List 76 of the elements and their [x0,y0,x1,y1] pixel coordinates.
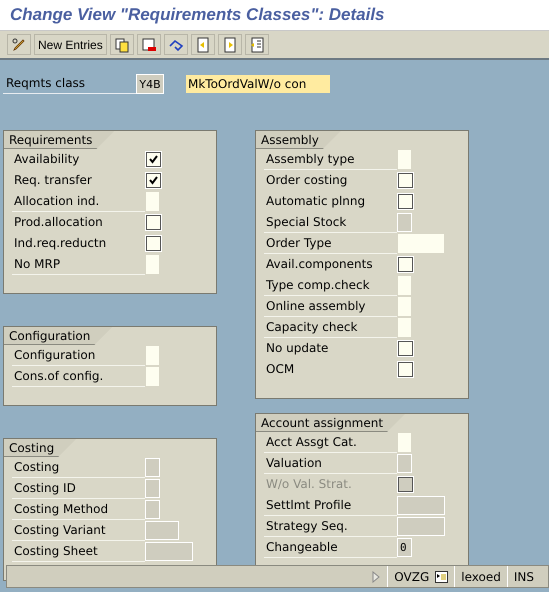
copy-icon [114,36,130,52]
input-field[interactable] [397,213,412,232]
delete-button[interactable] [136,34,161,55]
field-label: W/o Val. Strat. [265,476,353,492]
class-code: Y4B [136,74,164,94]
input-field[interactable] [146,367,159,386]
window-title: Change View "Requirements Classes": Details [10,5,385,25]
previous-button[interactable] [190,34,215,55]
input-field[interactable] [397,454,412,473]
input-field[interactable] [145,500,160,519]
checkbox[interactable] [398,257,413,272]
pencil-icon [11,36,27,52]
checkbox[interactable] [398,341,413,356]
input-field[interactable] [398,276,411,295]
select-button[interactable] [244,34,269,55]
input-field[interactable] [398,234,444,253]
field-label: Type comp.check [264,276,397,296]
field-label: Configuration [12,346,145,366]
edit-button[interactable] [7,34,31,55]
field-label: Prod.allocation [13,214,104,230]
input-field[interactable] [398,297,411,316]
checkbox[interactable] [398,194,413,209]
input-field[interactable] [146,255,159,274]
list-icon [248,36,265,52]
checkbox[interactable] [146,236,161,251]
field-label: OCM [265,360,296,378]
group-title: Account assignment [256,414,406,432]
field-label: Ind.req.reductn [13,234,108,252]
group-title: Requirements [4,131,114,149]
input-field[interactable] [397,517,445,536]
input-field[interactable] [398,318,411,337]
checkbox[interactable] [146,215,161,230]
field-label: Allocation ind. [12,192,145,212]
input-field[interactable] [397,496,445,515]
field-label: Avail.components [265,256,374,272]
description-field[interactable]: MkToOrdValW/o con [186,75,330,93]
field-label: Order Type [264,234,397,254]
input-field[interactable] [398,150,411,169]
input-field[interactable] [145,521,179,540]
group-title: Configuration [4,327,112,345]
new-entries-button[interactable]: New Entries [34,34,107,55]
field-label: Automatic plnng [265,192,366,210]
insert-mode: INS [514,570,534,584]
input-field[interactable]: 0 [397,538,412,557]
transaction-code: OVZG [394,570,430,584]
field-label: Assembly type [264,150,397,170]
field-label: No update [265,340,330,356]
list-icon[interactable] [435,570,448,582]
input-field[interactable] [146,346,159,365]
field-label: Acct Assgt Cat. [264,432,397,452]
field-label: Cons.of config. [12,366,145,386]
field-label: Capacity check [264,318,397,338]
next-icon [222,36,238,52]
field-label: Availability [13,150,80,168]
input-field[interactable] [398,433,411,452]
user-name: lexoed [461,570,501,584]
checkbox[interactable] [398,173,413,188]
undo-button[interactable] [164,34,188,55]
previous-icon [194,36,211,52]
field-label: Order costing [265,172,348,188]
input-field[interactable] [145,479,160,498]
delete-icon [140,36,157,52]
field-label: Req. transfer [13,172,93,188]
input-field[interactable] [146,192,159,211]
checkbox[interactable] [146,173,161,188]
checkbox[interactable] [398,362,413,377]
next-button[interactable] [218,34,242,55]
group-title: Costing [4,439,76,457]
copy-button[interactable] [110,34,134,55]
checkbox[interactable] [146,152,161,167]
expand-icon[interactable] [371,570,382,582]
field-label: No MRP [12,254,145,274]
group-title: Assembly [256,131,341,149]
input-field[interactable] [145,458,160,477]
field-label: Online assembly [264,296,397,316]
input-field[interactable] [145,542,193,561]
